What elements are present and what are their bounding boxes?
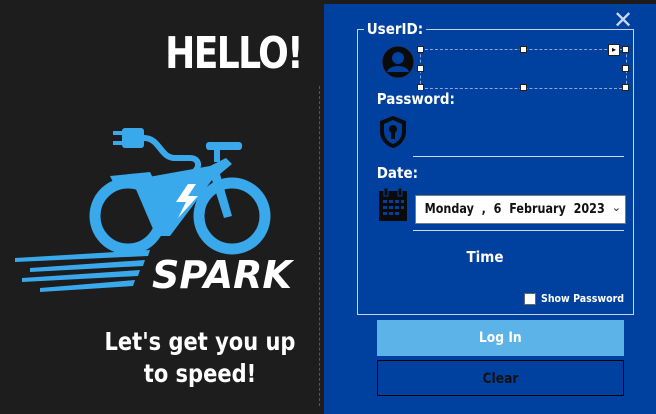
tagline: Let's get you up to speed! [99,326,301,390]
clear-button-label: Clear [482,371,519,387]
login-button-label: Log In [479,330,522,346]
date-value: Monday , 6 February 2023 [424,202,605,217]
time-label: Time [466,248,504,266]
date-underline [413,230,624,231]
show-password-label: Show Password [541,292,625,305]
userid-input[interactable] [420,49,627,89]
greeting-title: HELLO! [165,28,303,79]
login-button[interactable]: Log In [377,320,624,356]
checkbox-box[interactable] [524,292,536,305]
calendar-icon [377,186,409,224]
resize-handle [622,46,629,53]
smart-tag-icon[interactable]: ▸ [608,44,620,56]
resize-handle [622,84,629,91]
chevron-down-icon[interactable]: ⌄ [612,201,621,214]
resize-handle [520,46,527,53]
branding-pane: HELLO! SPARK Let's get you up to speed! [0,0,322,414]
clear-button[interactable]: Clear [377,360,624,396]
brand-text: SPARK [152,253,294,297]
resize-handle [417,46,424,53]
resize-handle [622,65,629,72]
userid-label: UserID: [364,20,426,38]
divider-line [319,86,320,406]
resize-handle [417,65,424,72]
spark-logo: SPARK [15,128,294,297]
show-password-checkbox[interactable]: Show Password [524,292,638,305]
tagline-line-2: to speed! [143,359,257,388]
date-picker[interactable]: Monday , 6 February 2023 ⌄ [415,195,626,224]
tagline-line-1: Let's get you up [104,327,296,356]
password-label: Password: [374,90,458,108]
user-icon [379,43,417,81]
password-input[interactable] [413,156,624,157]
resize-handle [520,84,527,91]
lock-shield-icon [377,113,409,151]
date-label: Date: [374,164,421,182]
